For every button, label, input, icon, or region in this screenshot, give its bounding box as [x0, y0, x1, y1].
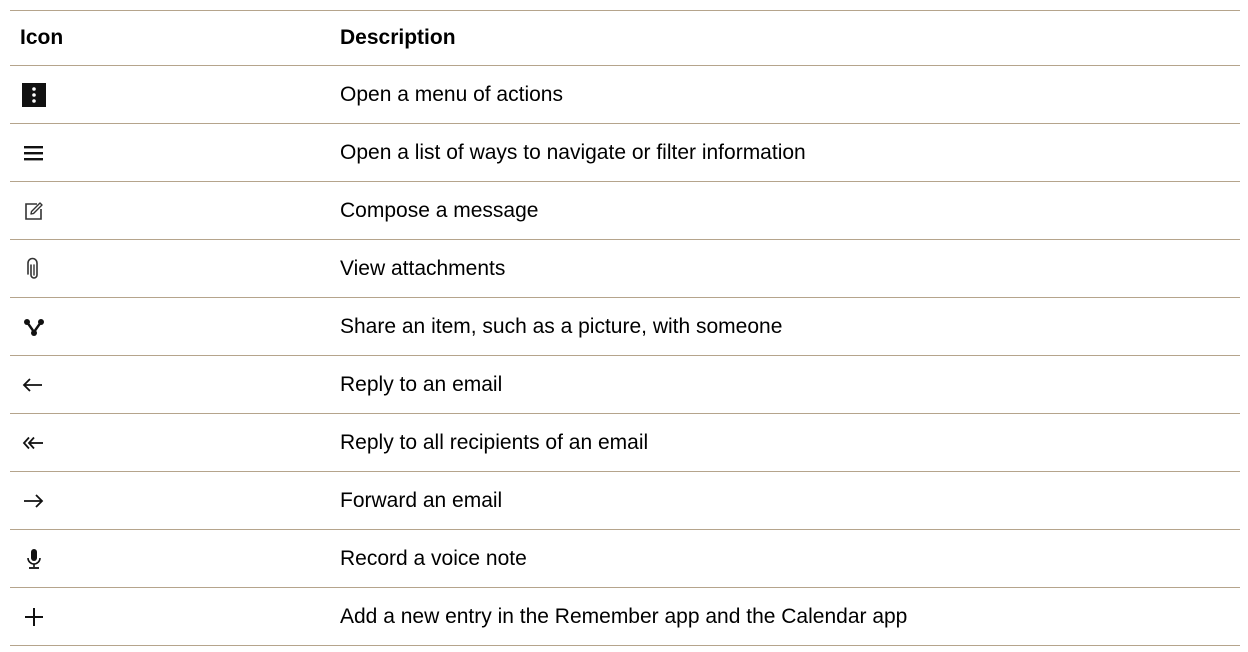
- icon-column-header: Icon: [20, 26, 64, 49]
- table-row: Open a list of ways to navigate or filte…: [10, 124, 1240, 182]
- table-row: Forward an email: [10, 472, 1240, 530]
- reply-arrow-icon: [20, 371, 48, 399]
- forward-arrow-icon: [20, 487, 48, 515]
- row-description: Forward an email: [340, 488, 503, 512]
- row-description: Share an item, such as a picture, with s…: [340, 314, 783, 338]
- microphone-icon: [20, 545, 48, 573]
- plus-icon: [20, 603, 48, 631]
- table-row: Compose a message: [10, 182, 1240, 240]
- hamburger-menu-icon: [20, 139, 48, 167]
- row-description: Record a voice note: [340, 546, 527, 570]
- row-description: Add a new entry in the Remember app and …: [340, 604, 908, 628]
- row-description: Reply to an email: [340, 372, 503, 396]
- table-header-row: Icon Description: [10, 10, 1240, 66]
- paperclip-icon: [20, 255, 48, 283]
- row-description: Reply to all recipients of an email: [340, 430, 649, 454]
- more-vertical-icon: [20, 81, 48, 109]
- table-row: Open a menu of actions: [10, 66, 1240, 124]
- row-description: View attachments: [340, 256, 506, 280]
- compose-icon: [20, 197, 48, 225]
- table-row: Share an item, such as a picture, with s…: [10, 298, 1240, 356]
- row-description: Open a list of ways to navigate or filte…: [340, 140, 806, 164]
- share-icon: [20, 313, 48, 341]
- table-row: Record a voice note: [10, 530, 1240, 588]
- table-row: Reply to an email: [10, 356, 1240, 414]
- table-row: Reply to all recipients of an email: [10, 414, 1240, 472]
- reply-all-arrow-icon: [20, 429, 48, 457]
- table-row: Add a new entry in the Remember app and …: [10, 588, 1240, 646]
- table-row: View attachments: [10, 240, 1240, 298]
- row-description: Open a menu of actions: [340, 82, 563, 106]
- icon-reference-table: Icon Description Open a menu of actions: [10, 10, 1240, 646]
- row-description: Compose a message: [340, 198, 539, 222]
- description-column-header: Description: [340, 26, 456, 49]
